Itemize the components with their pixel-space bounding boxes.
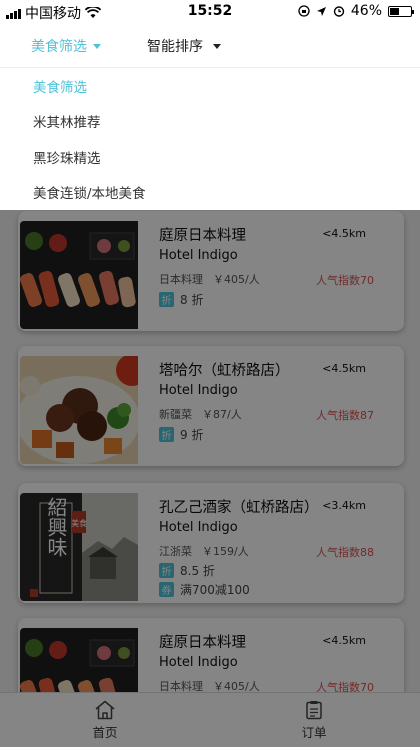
battery-icon [388,5,414,17]
dropdown-item-label: 美食筛选 [33,79,87,96]
location-icon [316,6,326,16]
dropdown-item-label: 黑珍珠精选 [33,150,101,167]
filter-tab-food-label: 美食筛选 [31,39,87,55]
dropdown-item-all[interactable]: 美食筛选 [0,68,420,104]
status-bar: 中国移动 15:52 46% [0,0,420,24]
dropdown-backdrop[interactable] [0,210,420,747]
rotation-lock-icon [298,5,310,17]
filter-dropdown: 美食筛选 米其林推荐 黑珍珠精选 美食连锁/本地美食 [0,68,420,210]
dropdown-item-chain-local[interactable]: 美食连锁/本地美食 [0,175,420,211]
battery-percent: 46% [350,3,382,19]
filter-bar: 美食筛选 智能排序 [0,24,420,68]
dropdown-item-black-pearl[interactable]: 黑珍珠精选 [0,139,420,175]
dropdown-item-label: 美食连锁/本地美食 [33,186,146,203]
filter-tab-sort[interactable]: 智能排序 [147,24,221,68]
alarm-icon [333,6,345,17]
dropdown-item-michelin[interactable]: 米其林推荐 [0,104,420,140]
chevron-down-icon [93,43,101,49]
filter-tab-sort-label: 智能排序 [147,39,203,55]
battery-fill [390,7,400,15]
dropdown-item-label: 米其林推荐 [33,115,101,132]
status-right: 46% [298,3,414,19]
chevron-down-icon [213,43,221,49]
filter-tab-food[interactable]: 美食筛选 [31,24,101,68]
